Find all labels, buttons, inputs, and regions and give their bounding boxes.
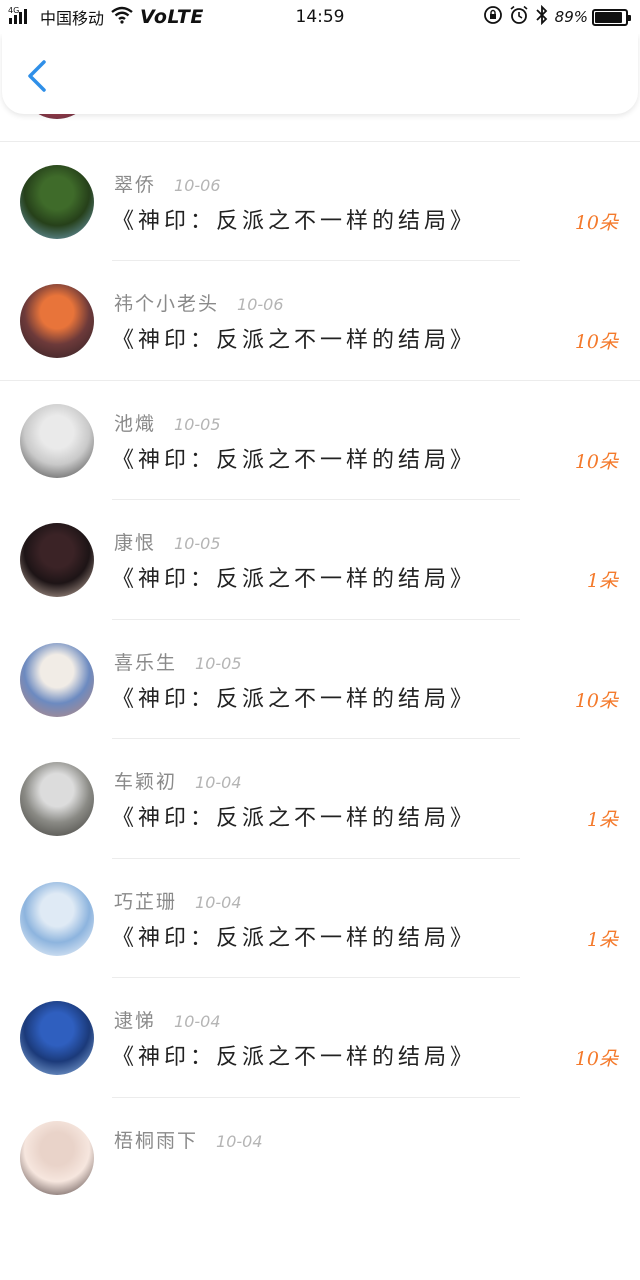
gift-amount: 1朵 — [586, 570, 618, 592]
name-line: 喜乐生 10-05 — [114, 648, 242, 675]
user-name[interactable]: 翠侨 — [114, 170, 156, 197]
name-line: 逮悌 10-04 — [114, 1006, 221, 1033]
battery-percent: 89% — [554, 8, 588, 26]
chevron-left-icon — [28, 60, 46, 92]
list-item[interactable]: 车颖初 10-04 《神印：反派之不一样的结局》 1朵 — [0, 739, 640, 859]
gift-date: 10-06 — [174, 175, 221, 195]
list-item[interactable]: 巧芷珊 10-04 《神印：反派之不一样的结局》 1朵 — [0, 859, 640, 978]
gift-amount: 10朵 — [574, 689, 618, 712]
battery-fill — [595, 11, 622, 23]
name-line: 康恨 10-05 — [114, 528, 221, 555]
gift-date: 10-04 — [195, 892, 242, 912]
bluetooth-icon — [535, 4, 549, 30]
carrier-label: 中国移动 — [40, 9, 105, 28]
avatar-bronze-statue[interactable] — [20, 762, 94, 836]
user-name[interactable]: 康恨 — [114, 528, 156, 555]
wifi-icon — [110, 6, 134, 29]
gift-amount: 1朵 — [586, 809, 618, 831]
gift-date: 10-05 — [195, 653, 242, 673]
book-title[interactable]: 《神印：反派之不一样的结局》 — [112, 1039, 476, 1071]
book-title[interactable]: 《神印：反派之不一样的结局》 — [112, 681, 476, 713]
book-title[interactable]: 《神印：反派之不一样的结局》 — [112, 203, 476, 235]
gift-date: 10-04 — [216, 1131, 263, 1151]
book-title[interactable]: 《神印：反派之不一样的结局》 — [112, 561, 476, 593]
book-title[interactable]: 《神印：反派之不一样的结局》 — [112, 442, 476, 474]
user-name[interactable]: 巧芷珊 — [114, 887, 177, 914]
svg-text:4G: 4G — [8, 6, 19, 15]
gift-amount: 10朵 — [574, 331, 618, 353]
alarm-icon — [509, 5, 529, 30]
navigation-header — [2, 34, 638, 114]
gift-date: 10-04 — [195, 773, 242, 792]
list-item[interactable]: 逮悌 10-04 《神印：反派之不一样的结局》 10朵 — [0, 978, 640, 1098]
name-line: 祎个小老头 10-06 — [114, 289, 284, 316]
battery-icon — [592, 8, 631, 26]
name-line: 池熾 10-05 — [114, 409, 221, 436]
back-button[interactable] — [20, 56, 56, 96]
gift-amount: 10朵 — [574, 211, 618, 234]
gift-amount: 10朵 — [574, 1048, 618, 1070]
name-line: 巧芷珊 10-04 — [114, 887, 242, 914]
user-name[interactable]: 逮悌 — [114, 1006, 156, 1033]
signal-icon: 4G — [8, 5, 34, 30]
user-name[interactable]: 祎个小老头 — [114, 289, 219, 316]
volte-label: VoLTE — [140, 6, 204, 28]
user-name[interactable]: 池熾 — [114, 409, 156, 436]
gift-amount: 10朵 — [574, 450, 618, 473]
gift-record-list: 招阳嘉 10-06 《神印：反派之不一样的结局》 1朵 翠侨 10-06 《神印… — [0, 22, 640, 1217]
name-line: 翠侨 10-06 — [114, 170, 221, 197]
battery-indicator: 89% — [554, 8, 631, 26]
avatar-blue-flower[interactable] — [20, 1001, 94, 1075]
user-name[interactable]: 喜乐生 — [114, 648, 177, 675]
avatar-waterfall[interactable] — [20, 164, 94, 239]
gift-date: 10-06 — [237, 295, 284, 314]
status-right: 89% — [483, 4, 631, 30]
avatar-man-lying[interactable] — [20, 642, 94, 717]
avatar-sunset-sea[interactable] — [20, 284, 94, 358]
name-line: 梧桐雨下 10-04 — [114, 1126, 263, 1153]
status-left: 4G 中国移动 VoLTE — [8, 5, 204, 30]
book-title[interactable]: 《神印：反派之不一样的结局》 — [112, 800, 476, 832]
gift-date: 10-05 — [174, 534, 221, 553]
list-item[interactable]: 祎个小老头 10-06 《神印：反派之不一样的结局》 10朵 — [0, 261, 640, 381]
status-bar: 4G 中国移动 VoLTE 14:59 89% — [0, 0, 640, 34]
list-item[interactable]: 梧桐雨下 10-04 — [0, 1098, 640, 1218]
book-title[interactable]: 《神印：反派之不一样的结局》 — [112, 322, 476, 354]
gift-amount: 1朵 — [586, 928, 618, 951]
list-item[interactable]: 池熾 10-05 《神印：反派之不一样的结局》 10朵 — [0, 381, 640, 500]
list-item[interactable]: 翠侨 10-06 《神印：反派之不一样的结局》 10朵 — [0, 142, 640, 261]
book-title[interactable]: 《神印：反派之不一样的结局》 — [112, 920, 476, 952]
user-name[interactable]: 梧桐雨下 — [114, 1126, 198, 1153]
user-name[interactable]: 车颖初 — [114, 767, 177, 794]
avatar-girl-portrait[interactable] — [20, 1120, 94, 1195]
avatar-anime-white-hair[interactable] — [20, 881, 94, 956]
avatar-man-scarf[interactable] — [20, 523, 94, 597]
list-item[interactable]: 喜乐生 10-05 《神印：反派之不一样的结局》 10朵 — [0, 620, 640, 739]
gift-date: 10-05 — [174, 414, 221, 434]
gift-date: 10-04 — [174, 1012, 221, 1031]
list-item[interactable]: 康恨 10-05 《神印：反派之不一样的结局》 1朵 — [0, 500, 640, 620]
rotation-lock-icon — [483, 5, 503, 30]
avatar-anime-boy-glasses[interactable] — [20, 403, 94, 478]
name-line: 车颖初 10-04 — [114, 767, 242, 794]
